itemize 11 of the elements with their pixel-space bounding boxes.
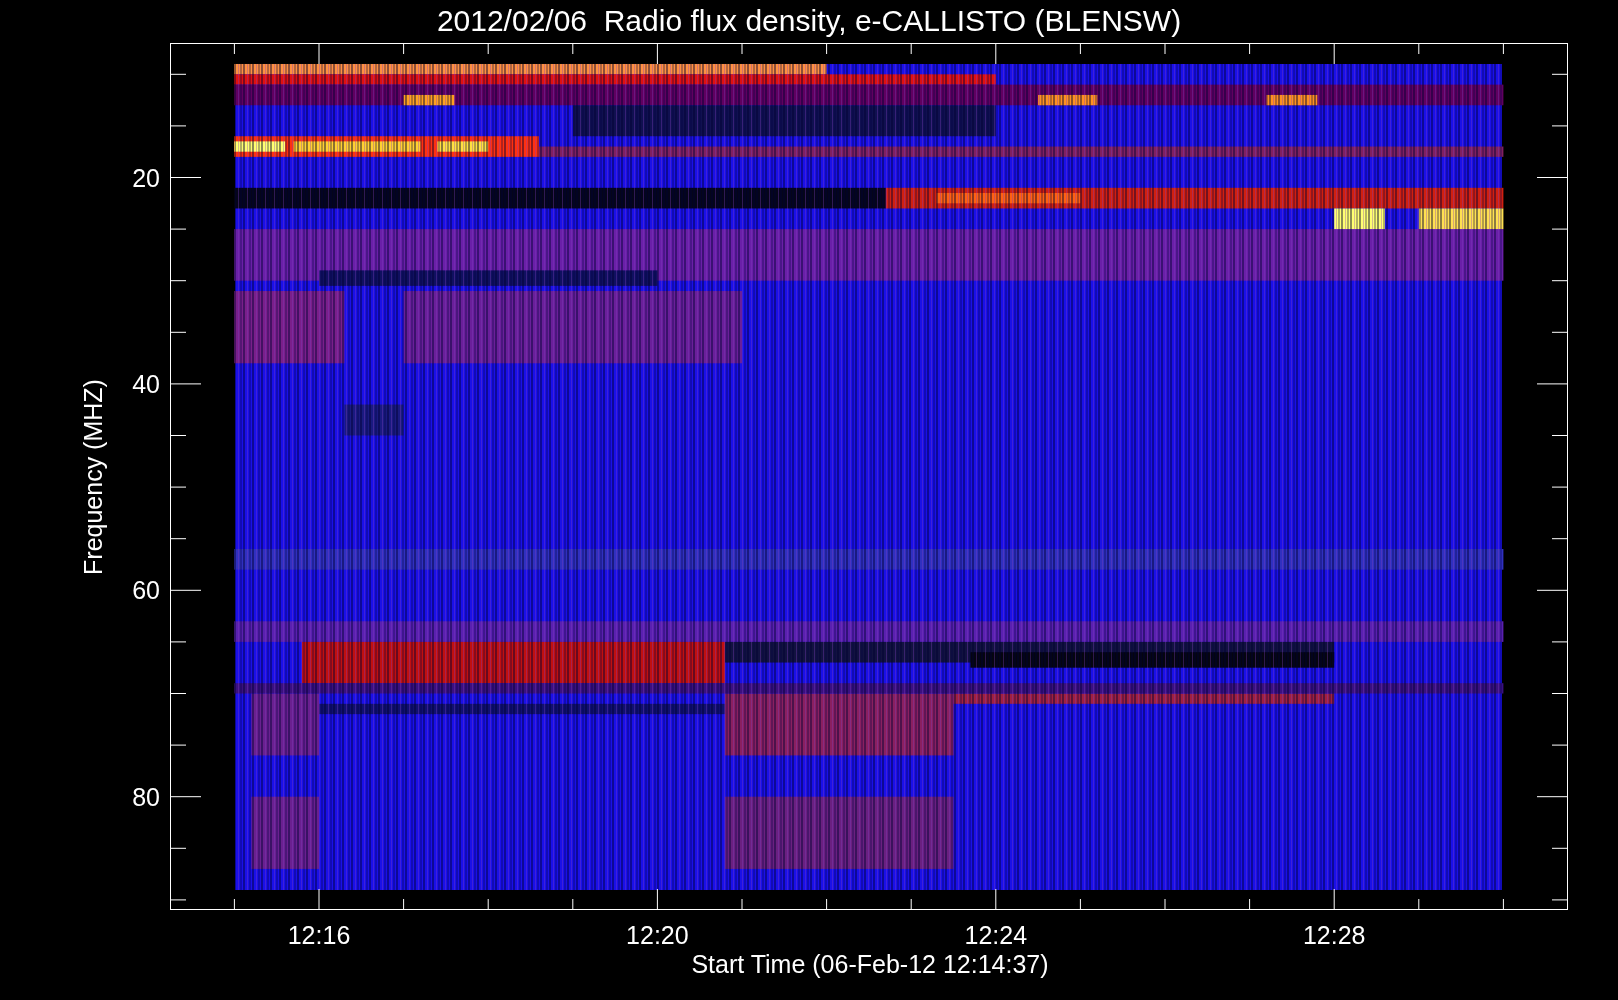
tick-label: 60: [132, 576, 160, 605]
tick-label: 40: [132, 369, 160, 398]
tick-label: 12:20: [626, 921, 689, 949]
axis-title: Frequency (MHZ): [79, 379, 107, 575]
tick-label: 12:24: [964, 921, 1028, 949]
tick-label: 80: [132, 782, 160, 811]
tick-label: 20: [132, 163, 160, 192]
tick-label: 12:28: [1302, 921, 1366, 949]
chart-title: 2012/02/06 Radio flux density, e-CALLISTO (BLENSW): [435, 3, 1183, 39]
axis-title: Start Time (06-Feb-12 12:14:37): [691, 950, 1049, 978]
tick-label: 12:16: [287, 921, 351, 949]
